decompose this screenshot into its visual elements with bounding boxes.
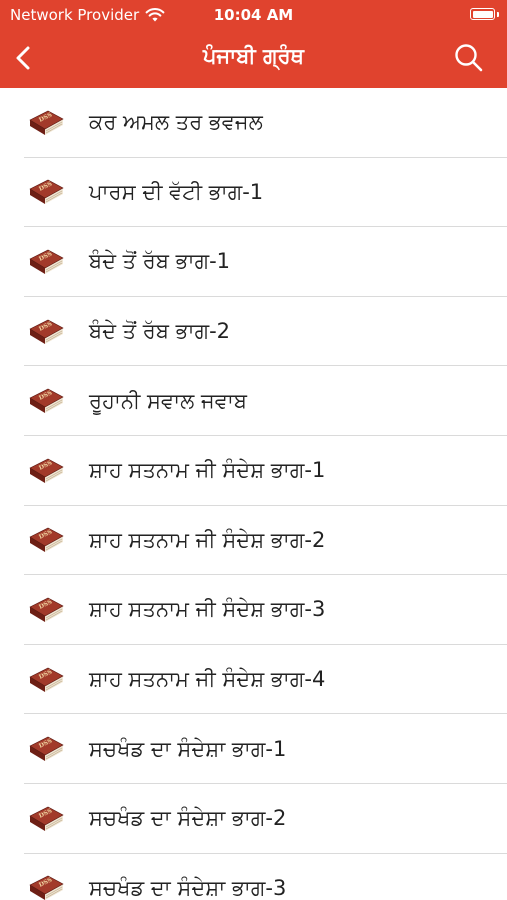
list-item[interactable]: DSS ਰੂਹਾਨੀ ਸਵਾਲ ਜਵਾਬ: [0, 366, 507, 436]
list-item[interactable]: DSS ਬੰਦੇ ਤੋਂ ਰੱਬ ਭਾਗ-2: [0, 297, 507, 367]
book-title: ਪਾਰਸ ਦੀ ਵੱਟੀ ਭਾਗ-1: [89, 179, 264, 204]
search-icon: [455, 44, 483, 72]
app-header: Network Provider 10:04 AM ਪੰਜਾਬੀ ਗ੍ਰੰਥ: [0, 0, 507, 88]
battery-icon: [470, 8, 499, 20]
book-title: ਸ਼ਾਹ ਸਤਨਾਮ ਜੀ ਸੰਦੇਸ਼ ਭਾਗ-1: [89, 458, 326, 483]
navigation-bar: ਪੰਜਾਬੀ ਗ੍ਰੰਥ: [0, 30, 507, 88]
list-item[interactable]: DSS ਸ਼ਾਹ ਸਤਨਾਮ ਜੀ ਸੰਦੇਸ਼ ਭਾਗ-2: [0, 506, 507, 576]
book-icon: DSS: [29, 110, 64, 135]
book-list: DSS ਕਰ ਅਮਲ ਤਰ ਭਵਜਲ DSS ਪਾਰਸ ਦੀ ਵੱਟੀ ਭਾਗ-…: [0, 88, 507, 900]
list-item[interactable]: DSS ਕਰ ਅਮਲ ਤਰ ਭਵਜਲ: [0, 88, 507, 158]
book-icon: DSS: [29, 736, 64, 762]
book-icon: DSS: [29, 180, 64, 205]
book-title: ਸਚਖੰਡ ਦਾ ਸੰਦੇਸ਼ਾ ਭਾਗ-2: [89, 806, 287, 831]
list-item[interactable]: DSS ਪਾਰਸ ਦੀ ਵੱਟੀ ਭਾਗ-1: [0, 158, 507, 228]
book-icon: DSS: [29, 319, 64, 344]
book-icon: DSS: [29, 597, 64, 622]
book-title: ਸ਼ਾਹ ਸਤਨਾਮ ਜੀ ਸੰਦੇਸ਼ ਭਾਗ-2: [89, 527, 326, 552]
book-icon: DSS: [29, 458, 64, 483]
book-icon: DSS: [29, 388, 64, 414]
book-title: ਬੰਦੇ ਤੋਂ ਰੱਬ ਭਾਗ-1: [89, 249, 231, 274]
book-title: ਸ਼ਾਹ ਸਤਨਾਮ ਜੀ ਸੰਦੇਸ਼ ਭਾਗ-4: [89, 667, 326, 692]
list-item[interactable]: DSS ਬੰਦੇ ਤੋਂ ਰੱਬ ਭਾਗ-1: [0, 227, 507, 297]
status-time: 10:04 AM: [213, 6, 294, 24]
book-title: ਸਚਖੰਡ ਦਾ ਸੰਦੇਸ਼ਾ ਭਾਗ-3: [89, 875, 287, 900]
page-title: ਪੰਜਾਬੀ ਗ੍ਰੰਥ: [203, 44, 304, 68]
list-item[interactable]: DSS ਸ਼ਾਹ ਸਤਨਾਮ ਜੀ ਸੰਦੇਸ਼ ਭਾਗ-1: [0, 436, 507, 506]
book-title: ਸ਼ਾਹ ਸਤਨਾਮ ਜੀ ਸੰਦੇਸ਼ ਭਾਗ-3: [89, 597, 326, 622]
search-button[interactable]: [451, 40, 487, 76]
book-icon: DSS: [29, 528, 64, 553]
list-item[interactable]: DSS ਸ਼ਾਹ ਸਤਨਾਮ ਜੀ ਸੰਦੇਸ਼ ਭਾਗ-3: [0, 575, 507, 645]
book-icon: DSS: [29, 806, 64, 831]
list-item[interactable]: DSS ਸ਼ਾਹ ਸਤਨਾਮ ਜੀ ਸੰਦੇਸ਼ ਭਾਗ-4: [0, 645, 507, 715]
book-title: ਕਰ ਅਮਲ ਤਰ ਭਵਜਲ: [89, 110, 263, 135]
book-title: ਰੂਹਾਨੀ ਸਵਾਲ ਜਵਾਬ: [89, 388, 248, 413]
status-bar: Network Provider 10:04 AM: [0, 0, 507, 30]
list-item[interactable]: DSS ਸਚਖੰਡ ਦਾ ਸੰਦੇਸ਼ਾ ਭਾਗ-2: [0, 784, 507, 854]
book-title: ਬੰਦੇ ਤੋਂ ਰੱਬ ਭਾਗ-2: [89, 319, 231, 344]
book-title: ਸਚਖੰਡ ਦਾ ਸੰਦੇਸ਼ਾ ਭਾਗ-1: [89, 736, 287, 761]
book-icon: DSS: [29, 875, 64, 900]
list-item[interactable]: DSS ਸਚਖੰਡ ਦਾ ਸੰਦੇਸ਼ਾ ਭਾਗ-3: [0, 854, 507, 900]
book-icon: DSS: [29, 667, 64, 692]
list-item[interactable]: DSS ਸਚਖੰਡ ਦਾ ਸੰਦੇਸ਼ਾ ਭਾਗ-1: [0, 714, 507, 784]
book-icon: DSS: [29, 249, 64, 274]
